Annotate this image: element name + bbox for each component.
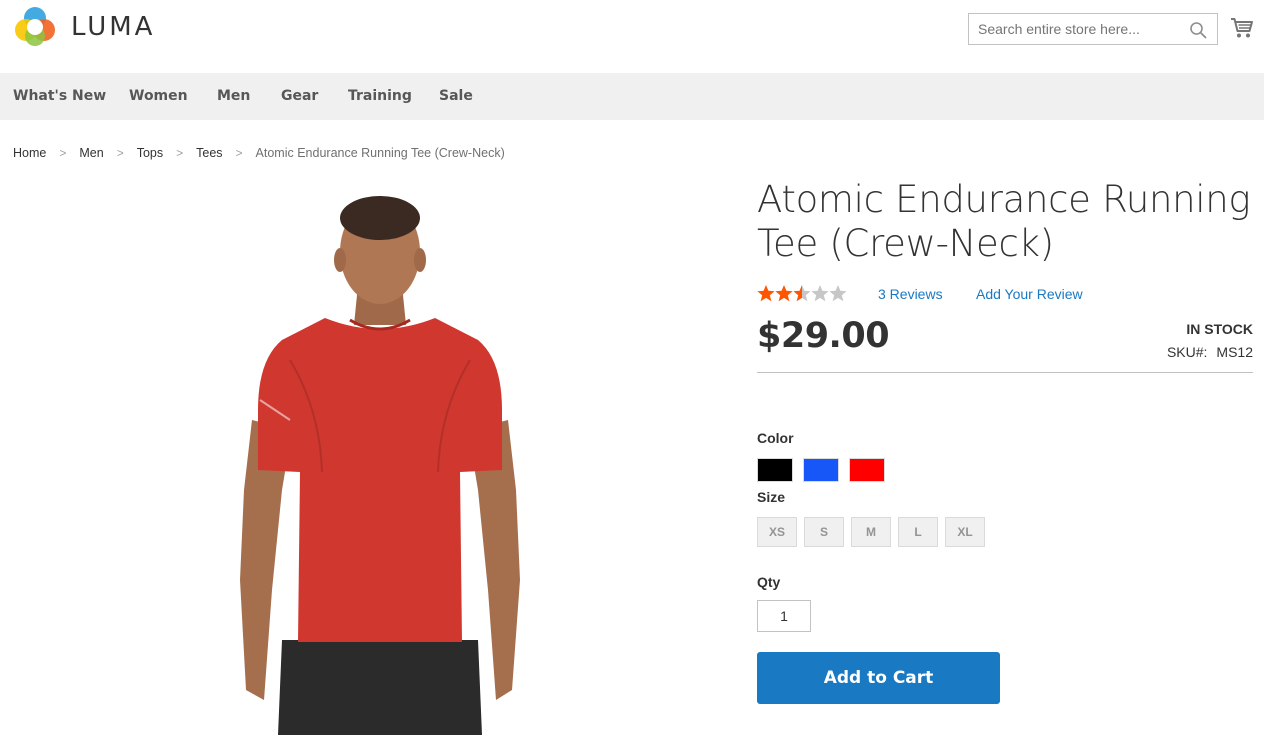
color-swatch-red[interactable] (849, 458, 885, 482)
qty-label: Qty (757, 574, 781, 590)
star-icon (757, 285, 775, 302)
product-title: Atomic Endurance Running Tee (Crew-Neck) (757, 178, 1251, 265)
star-icon (811, 285, 829, 302)
star-icon (829, 285, 847, 302)
search-input[interactable] (969, 14, 1179, 44)
reviews-link[interactable]: 3 Reviews (878, 286, 943, 302)
size-option-l[interactable]: L (898, 517, 938, 547)
breadcrumb-separator: > (59, 146, 67, 160)
product-sku: SKU#: MS12 (1167, 344, 1253, 360)
main-navigation: What's New Women Men Gear Training Sale (0, 73, 1264, 120)
search-box[interactable] (968, 13, 1218, 45)
breadcrumb-separator: > (116, 146, 124, 160)
nav-item-sale[interactable]: Sale (439, 73, 473, 120)
size-option-xl[interactable]: XL (945, 517, 985, 547)
size-label: Size (757, 489, 786, 505)
breadcrumb-tops[interactable]: Tops (137, 146, 163, 160)
nav-item-training[interactable]: Training (348, 73, 412, 120)
breadcrumb-separator: > (235, 146, 243, 160)
brand-name: LUMA (71, 12, 156, 42)
star-icon (775, 285, 793, 302)
star-icon (793, 285, 811, 302)
breadcrumb-home[interactable]: Home (13, 146, 46, 160)
breadcrumb-separator: > (176, 146, 184, 160)
page-header: LUMA (0, 0, 1264, 73)
nav-item-gear[interactable]: Gear (281, 73, 318, 120)
divider (757, 372, 1253, 373)
color-label: Color (757, 430, 794, 446)
add-review-link[interactable]: Add Your Review (976, 286, 1083, 302)
store-logo[interactable]: LUMA (13, 5, 155, 49)
sku-label: SKU#: (1166, 344, 1208, 360)
breadcrumb-current: Atomic Endurance Running Tee (Crew-Neck) (255, 146, 505, 160)
size-option-s[interactable]: S (804, 517, 844, 547)
cart-icon[interactable] (1230, 16, 1254, 40)
nav-item-men[interactable]: Men (217, 73, 250, 120)
nav-item-whats-new[interactable]: What's New (13, 73, 106, 120)
breadcrumb-men[interactable]: Men (79, 146, 103, 160)
search-icon[interactable] (1189, 21, 1207, 39)
luma-logo-icon (15, 7, 55, 46)
breadcrumb: Home > Men > Tops > Tees > Atomic Endura… (13, 146, 505, 160)
stock-status: IN STOCK (1186, 321, 1253, 337)
breadcrumb-tees[interactable]: Tees (196, 146, 222, 160)
product-price: $29.00 (757, 316, 890, 356)
sku-value: MS12 (1216, 344, 1253, 360)
color-swatch-black[interactable] (757, 458, 793, 482)
size-option-xs[interactable]: XS (757, 517, 797, 547)
product-image[interactable] (230, 190, 530, 735)
color-swatch-blue[interactable] (803, 458, 839, 482)
qty-input[interactable] (757, 600, 811, 632)
rating-stars (757, 285, 847, 302)
product-rating (757, 284, 847, 303)
add-to-cart-button[interactable]: Add to Cart (757, 652, 1000, 704)
nav-item-women[interactable]: Women (129, 73, 188, 120)
size-option-m[interactable]: M (851, 517, 891, 547)
